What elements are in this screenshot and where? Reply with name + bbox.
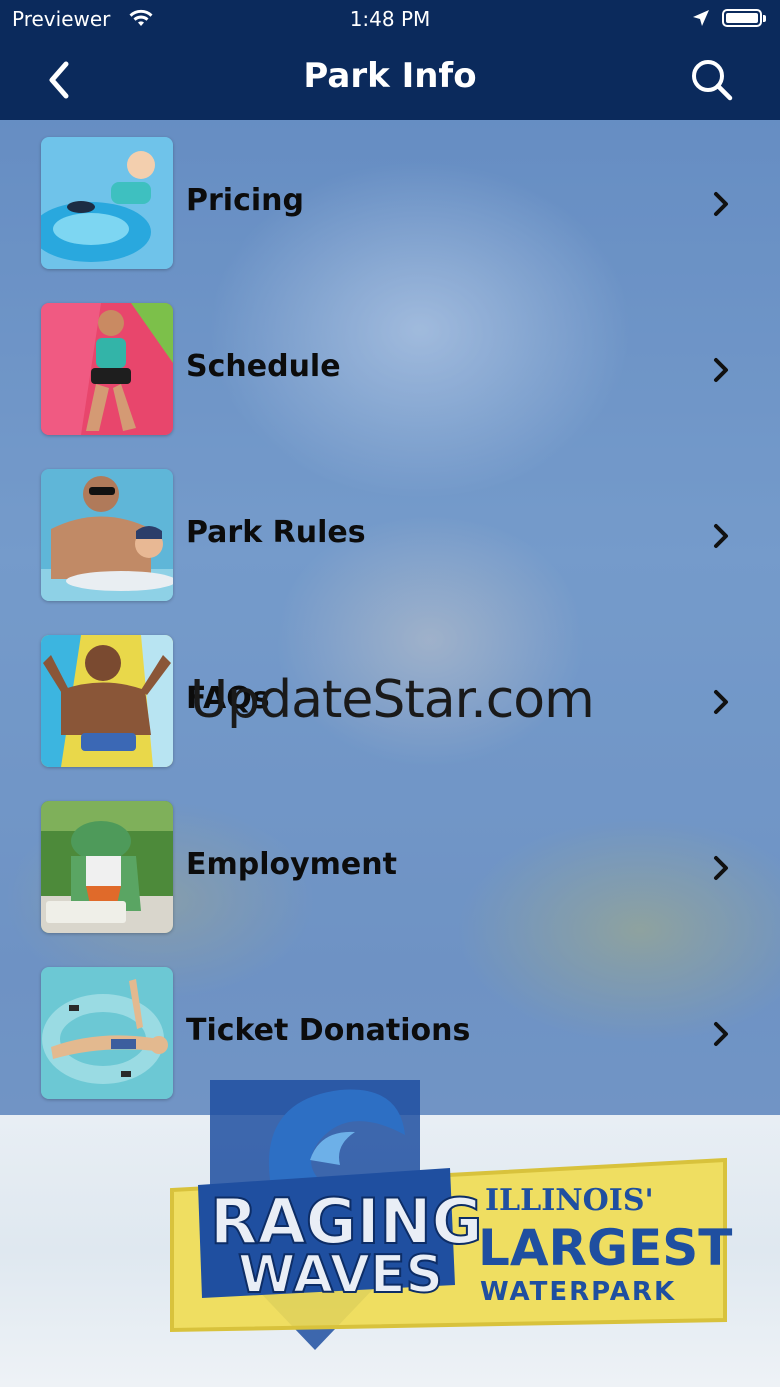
- menu-item-label: Park Rules: [186, 515, 366, 550]
- chevron-right-icon: [714, 358, 728, 382]
- menu-item-pricing[interactable]: Pricing: [0, 120, 780, 286]
- menu-item-label: Employment: [186, 847, 397, 882]
- menu-item-label: FAQs: [186, 681, 270, 716]
- raging-waves-logo: RAGING WAVES ILLINOIS' LARGEST WATERPARK: [150, 1060, 740, 1374]
- logo-tagline-waterpark: WATERPARK: [480, 1277, 676, 1307]
- chevron-right-icon: [714, 192, 728, 216]
- logo-line2: WAVES: [238, 1245, 443, 1305]
- page-title: Park Info: [303, 56, 477, 96]
- chevron-right-icon: [714, 1022, 728, 1046]
- pricing-thumbnail: [41, 137, 173, 269]
- employment-thumbnail: [41, 801, 173, 933]
- schedule-thumbnail: [41, 303, 173, 435]
- chevron-right-icon: [714, 856, 728, 880]
- nav-bar: Park Info: [0, 40, 780, 120]
- menu-item-label: Pricing: [186, 183, 304, 218]
- menu-item-park-rules[interactable]: Park Rules: [0, 452, 780, 618]
- search-icon: [692, 60, 733, 101]
- battery-icon: [722, 9, 766, 27]
- menu-item-label: Schedule: [186, 349, 341, 384]
- search-button[interactable]: [686, 54, 738, 106]
- menu-item-schedule[interactable]: Schedule: [0, 286, 780, 452]
- menu-item-label: Ticket Donations: [186, 1013, 471, 1048]
- logo-tagline-state: ILLINOIS': [485, 1183, 654, 1218]
- chevron-right-icon: [714, 524, 728, 548]
- status-bar: Previewer 1:48 PM: [0, 0, 780, 40]
- menu-item-employment[interactable]: Employment: [0, 784, 780, 950]
- faqs-thumbnail: [41, 635, 173, 767]
- status-time: 1:48 PM: [349, 7, 431, 31]
- menu-item-faqs[interactable]: FAQs: [0, 618, 780, 784]
- park-rules-thumbnail: [41, 469, 173, 601]
- logo-tagline-largest: LARGEST: [478, 1219, 732, 1277]
- location-arrow-icon: [692, 9, 710, 31]
- chevron-right-icon: [714, 690, 728, 714]
